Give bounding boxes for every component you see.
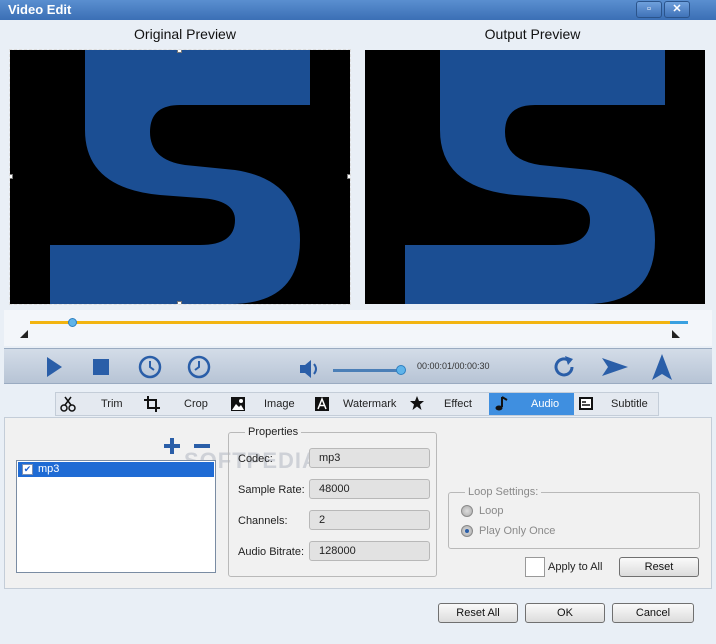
tab-label: Audio — [531, 398, 560, 410]
volume-icon[interactable] — [298, 358, 322, 380]
crop-handle[interactable] — [177, 50, 182, 53]
apply-to-all-label: Apply to All — [548, 561, 603, 573]
remove-audio-icon[interactable] — [192, 436, 212, 456]
tab-crop[interactable]: Crop — [142, 393, 228, 415]
scissors-icon — [60, 396, 76, 412]
crop-handle[interactable] — [177, 301, 182, 304]
stop-icon[interactable] — [92, 358, 110, 376]
output-preview — [365, 50, 705, 304]
tab-label: Effect — [444, 398, 472, 410]
music-note-icon — [495, 396, 508, 411]
tab-image[interactable]: Image — [228, 393, 314, 415]
video-frame-output — [405, 50, 665, 304]
tab-effect[interactable]: Effect — [409, 393, 489, 415]
tab-trim[interactable]: Trim — [56, 393, 142, 415]
play-once-label: Play Only Once — [479, 525, 556, 537]
tab-label: Watermark — [343, 398, 397, 410]
time-readout: 00:00:01/00:00:30 — [417, 361, 490, 371]
clock-start-icon[interactable] — [137, 354, 163, 380]
ok-button[interactable]: OK — [525, 603, 605, 623]
rotate-icon[interactable] — [551, 354, 577, 380]
tab-subtitle[interactable]: Subtitle — [574, 393, 658, 415]
clock-end-icon[interactable] — [186, 354, 212, 380]
flip-horizontal-icon[interactable] — [600, 356, 630, 378]
flip-vertical-icon[interactable] — [650, 352, 674, 382]
reset-button[interactable]: Reset — [619, 557, 699, 577]
codec-field: mp3 — [309, 448, 430, 468]
play-icon[interactable] — [44, 355, 64, 379]
output-preview-label: Output Preview — [484, 26, 581, 42]
tab-label: Subtitle — [611, 398, 648, 410]
restore-icon: ▫ — [647, 3, 651, 15]
tab-label: Image — [264, 398, 295, 410]
close-button[interactable]: ✕ — [664, 1, 690, 18]
sample-rate-field: 48000 — [309, 479, 430, 499]
crop-icon — [144, 396, 160, 412]
codec-label: Codec: — [238, 453, 273, 465]
audio-track-list[interactable]: ✔ mp3 — [16, 460, 216, 573]
image-icon — [231, 397, 245, 411]
channels-label: Channels: — [238, 515, 288, 527]
volume-knob[interactable] — [396, 365, 406, 375]
cancel-button[interactable]: Cancel — [612, 603, 694, 623]
play-once-radio[interactable] — [461, 525, 473, 537]
video-frame-original — [50, 50, 310, 304]
add-audio-icon[interactable] — [162, 436, 182, 456]
trim-start-marker[interactable] — [20, 330, 28, 338]
original-preview[interactable] — [9, 49, 351, 305]
loop-settings-title: Loop Settings: — [465, 486, 542, 498]
tab-label: Trim — [101, 398, 123, 410]
reset-all-button[interactable]: Reset All — [438, 603, 518, 623]
tab-watermark[interactable]: Watermark — [314, 393, 409, 415]
loop-radio[interactable] — [461, 505, 473, 517]
seek-bar-end — [670, 321, 688, 324]
crop-handle[interactable] — [347, 174, 350, 179]
properties-group: Properties Codec: mp3 Sample Rate: 48000… — [228, 426, 437, 577]
tab-audio[interactable]: Audio — [489, 393, 574, 415]
track-checkbox[interactable]: ✔ — [22, 464, 33, 475]
seek-area — [4, 310, 712, 346]
title-bar: Video Edit ▫ ✕ — [0, 0, 716, 20]
properties-title: Properties — [245, 426, 302, 438]
audio-bitrate-label: Audio Bitrate: — [238, 546, 305, 558]
watermark-icon — [315, 396, 329, 411]
audio-bitrate-field: 128000 — [309, 541, 430, 561]
list-item[interactable]: ✔ mp3 — [18, 462, 214, 477]
trim-end-marker[interactable] — [672, 330, 680, 338]
window-title: Video Edit — [8, 2, 72, 17]
crop-handle[interactable] — [10, 174, 13, 179]
loop-settings-group: Loop Settings: Loop Play Only Once — [448, 486, 700, 549]
seek-bar[interactable] — [30, 321, 688, 324]
volume-slider[interactable] — [333, 369, 401, 372]
subtitle-icon — [579, 397, 593, 410]
sample-rate-label: Sample Rate: — [238, 484, 305, 496]
star-icon — [410, 396, 424, 410]
track-label: mp3 — [38, 463, 60, 475]
channels-field: 2 — [309, 510, 430, 530]
restore-button[interactable]: ▫ — [636, 1, 662, 18]
seek-knob[interactable] — [68, 318, 77, 327]
edit-tabs: Trim Crop Image Watermark Effect Audio S… — [55, 392, 659, 416]
close-icon: ✕ — [672, 3, 682, 15]
original-preview-label: Original Preview — [134, 26, 236, 42]
tab-label: Crop — [184, 398, 208, 410]
loop-label: Loop — [479, 505, 504, 517]
apply-to-all-checkbox[interactable] — [525, 557, 545, 577]
